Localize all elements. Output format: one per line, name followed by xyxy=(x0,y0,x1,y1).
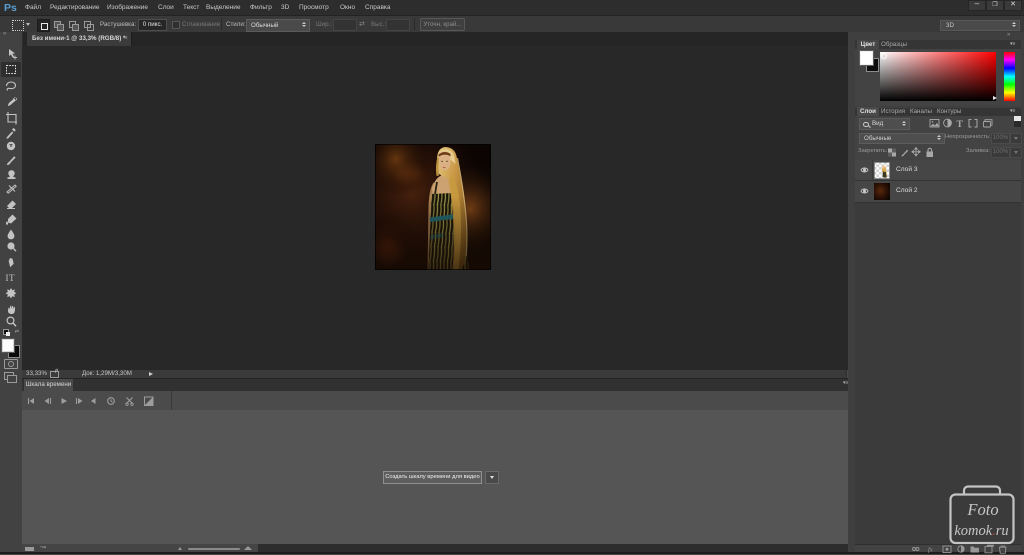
svg-text:komok.ru: komok.ru xyxy=(954,523,1008,539)
svg-text:Foto: Foto xyxy=(966,500,998,519)
svg-text:T: T xyxy=(9,273,15,283)
